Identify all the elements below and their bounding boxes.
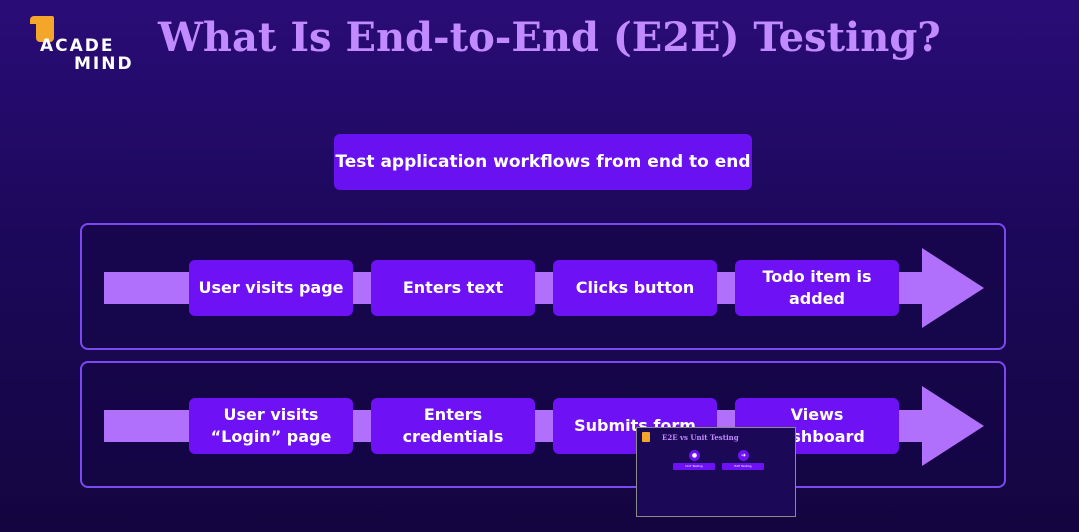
slide-title: What Is End-to-End (E2E) Testing? [158,14,941,61]
flow-step: Enters credentials [371,398,535,454]
thumbnail-button: E2E Testing [722,463,764,470]
thumbnail-logo-icon [642,432,650,442]
next-slide-thumbnail[interactable]: E2E vs Unit Testing ● ➜ Unit Testing E2E… [636,427,796,517]
arrow-right-icon: ➜ [738,450,749,461]
logo-text-line1: ACADE [40,36,115,56]
arrow-head-icon [922,248,984,328]
flow-step: Todo item is added [735,260,899,316]
thumbnail-title: E2E vs Unit Testing [662,433,739,442]
flow-panel-login: User visits “Login” page Enters credenti… [80,361,1006,488]
arrow-head-icon [922,386,984,466]
flow-step: Enters text [371,260,535,316]
flow-step: User visits “Login” page [189,398,353,454]
academind-logo: ACADE MIND [28,12,138,74]
flow-panel-todo: User visits page Enters text Clicks butt… [80,223,1006,350]
chat-icon: ● [689,450,700,461]
logo-text-line2: MIND [74,54,134,74]
flow-step: User visits page [189,260,353,316]
flow-step: Clicks button [553,260,717,316]
subtitle-box: Test application workflows from end to e… [334,134,752,190]
thumbnail-button: Unit Testing [673,463,715,470]
